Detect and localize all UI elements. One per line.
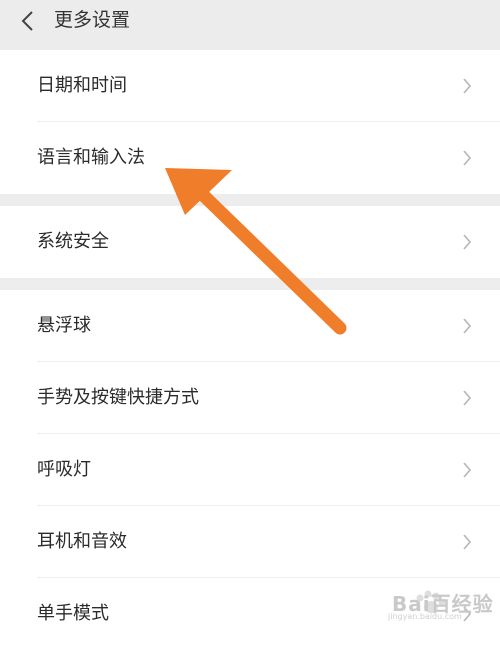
chevron-right-icon xyxy=(463,390,472,406)
settings-item-label: 日期和时间 xyxy=(37,75,127,96)
settings-item-date-time[interactable]: 日期和时间 xyxy=(0,50,500,122)
chevron-right-icon xyxy=(463,78,472,94)
settings-item-label: 单手模式 xyxy=(37,603,109,624)
chevron-right-icon xyxy=(463,534,472,550)
settings-group-2: 系统安全 xyxy=(0,206,500,278)
settings-group-1: 日期和时间 语言和输入法 xyxy=(0,50,500,194)
page-title: 更多设置 xyxy=(54,9,131,31)
chevron-right-icon xyxy=(463,462,472,478)
settings-item-label: 系统安全 xyxy=(37,231,109,252)
settings-item-headphones-audio[interactable]: 耳机和音效 xyxy=(0,506,500,578)
chevron-right-icon xyxy=(463,318,472,334)
settings-item-label: 悬浮球 xyxy=(37,315,91,336)
chevron-right-icon xyxy=(463,234,472,250)
settings-item-system-security[interactable]: 系统安全 xyxy=(0,206,500,278)
settings-item-label: 耳机和音效 xyxy=(37,531,127,552)
settings-item-label: 语言和输入法 xyxy=(37,147,145,168)
watermark-subtext: jingyan.baidu.com xyxy=(388,612,462,621)
settings-item-breathing-light[interactable]: 呼吸灯 xyxy=(0,434,500,506)
settings-item-gesture-shortcuts[interactable]: 手势及按键快捷方式 xyxy=(0,362,500,434)
chevron-left-icon[interactable] xyxy=(20,10,36,32)
settings-item-label: 手势及按键快捷方式 xyxy=(37,387,199,408)
settings-item-language-input[interactable]: 语言和输入法 xyxy=(0,122,500,194)
chevron-right-icon xyxy=(463,150,472,166)
settings-item-label: 呼吸灯 xyxy=(37,459,91,480)
top-bar: 更多设置 xyxy=(0,0,500,48)
settings-item-floating-ball[interactable]: 悬浮球 xyxy=(0,290,500,362)
